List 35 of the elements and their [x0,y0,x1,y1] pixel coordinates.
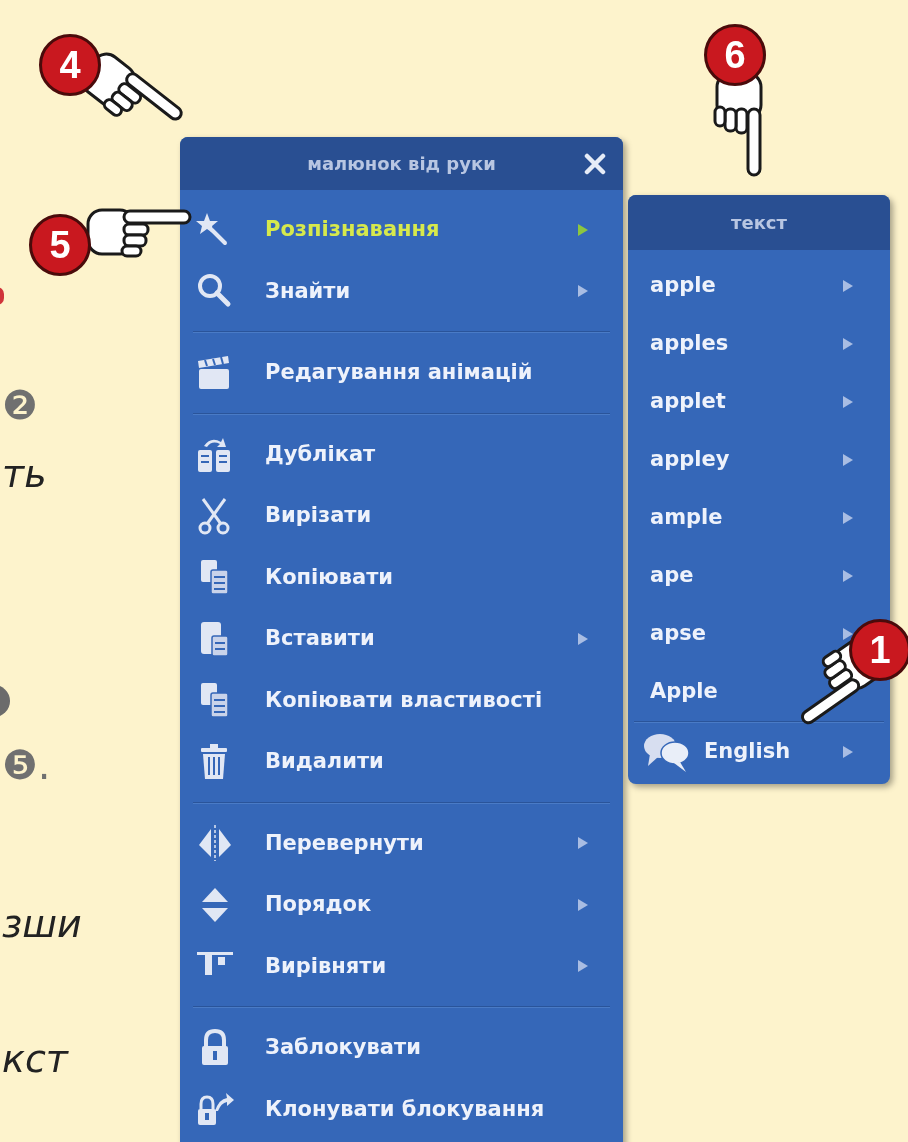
menu-item[interactable]: Розпізнавання [265,214,440,246]
menu-item[interactable]: Дублікат [265,438,376,470]
menu-item[interactable]: Вставити [265,623,375,655]
step-badge: 6 [704,24,766,86]
menu-item[interactable]: apples [650,328,729,360]
menu-title: текст [731,211,787,235]
menu-item[interactable]: Копіювати властивості [265,684,543,716]
menu-item[interactable]: Знайти [265,275,351,307]
language-menu-item[interactable]: English [704,736,791,768]
menu-item[interactable]: Видалити [265,746,384,778]
text-fragment: зши [2,905,82,943]
step-badge: 4 [39,34,101,96]
menu-item[interactable]: Редагування анімацій [265,357,533,389]
step-number: ❷ [2,385,38,425]
menu-item[interactable]: ample [650,502,723,534]
menu-item[interactable]: Порядок [265,889,372,921]
text-fragment: кст [2,1040,68,1078]
step-number: ❺. [2,745,51,785]
menu-item[interactable]: apple [650,270,716,302]
text-fragment: ть [2,455,47,493]
menu-item[interactable]: Заблокувати [265,1032,421,1064]
menu-item[interactable]: applet [650,386,726,418]
menu-item[interactable]: Клонувати блокування [265,1093,545,1125]
menu-item[interactable]: Вирівняти [265,950,387,982]
close-button[interactable] [583,152,607,176]
menu-item[interactable]: Apple [650,676,718,708]
menu-item[interactable]: ape [650,560,694,592]
menu-item[interactable]: apse [650,618,706,650]
step-badge: 5 [29,214,91,276]
menu-item[interactable]: Копіювати [265,561,394,593]
menu-item[interactable]: appley [650,444,730,476]
menu-item[interactable]: Перевернути [265,827,424,859]
menu-title: малюнок від руки [307,152,496,176]
menu-item[interactable]: Вирізати [265,500,372,532]
close-icon [584,153,606,175]
